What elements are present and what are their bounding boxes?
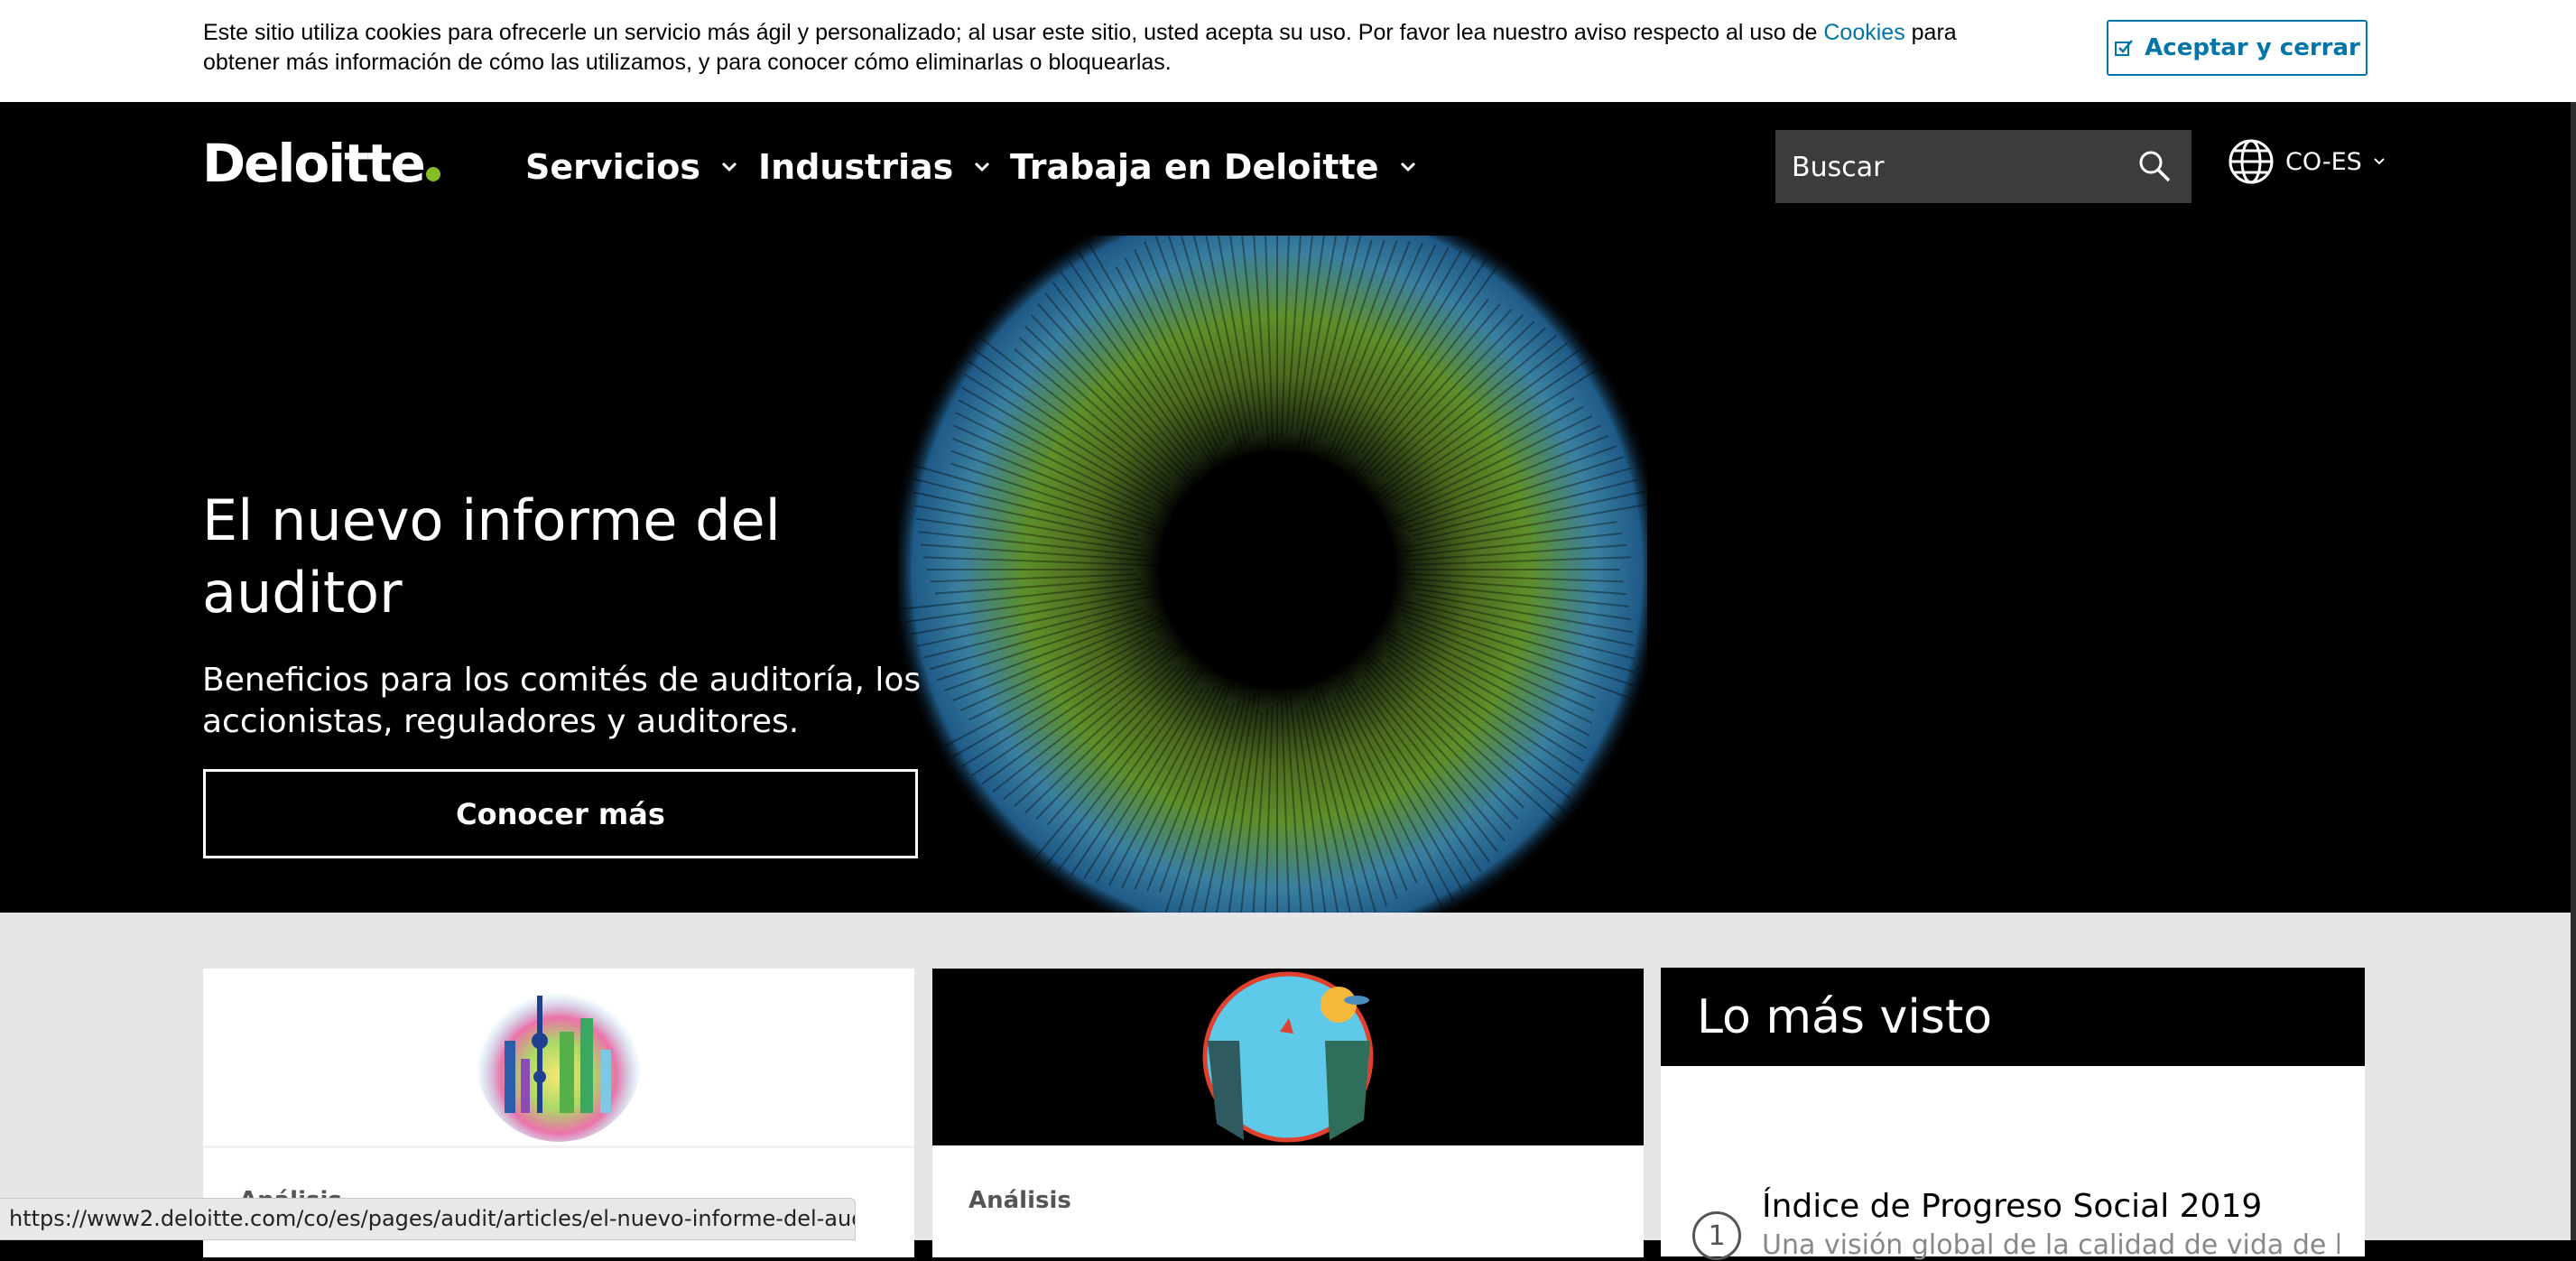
nav-label: Servicios [525,147,700,187]
nav-label: Industrias [758,147,954,187]
rank-number: 1 [1692,1211,1741,1260]
hero-title: El nuevo informe del auditor [202,487,781,626]
article-card[interactable]: Análisis [932,969,1644,1257]
logo-text: Deloitte [202,133,426,194]
cookie-message: Este sitio utiliza cookies para ofrecerl… [203,18,2035,78]
nav-servicios[interactable]: Servicios [525,147,738,187]
site-header: Deloitte Servicios Industrias Trabaja en… [0,102,2576,236]
most-viewed-item-title[interactable]: Índice de Progreso Social 2019 [1762,1188,2340,1225]
card-category: Análisis [968,1187,1071,1214]
nav-industrias[interactable]: Industrias [758,147,991,187]
most-viewed-item-description: Una visión global de la calidad de vida … [1762,1229,2340,1261]
learn-more-button[interactable]: Conocer más [203,769,918,858]
nav-trabaja-en-deloitte[interactable]: Trabaja en Deloitte [1010,147,1417,187]
chevron-down-icon [2374,158,2385,165]
search-box [1775,130,2191,203]
cookie-banner: Este sitio utiliza cookies para ofrecerl… [0,0,2576,103]
hero-subtitle: Beneficios para los comités de auditoría… [202,662,922,740]
card-image [932,969,1644,1145]
accept-button-label: Aceptar y cerrar [2145,34,2360,61]
hero-banner: El nuevo informe del auditor Beneficios … [0,236,2576,913]
cookies-link[interactable]: Cookies [1823,20,1904,45]
cookie-text-before: Este sitio utiliza cookies para ofrecerl… [203,20,1824,45]
iris-image [898,236,1647,913]
accept-and-close-button[interactable]: Aceptar y cerrar [2107,20,2368,76]
card-image [203,969,914,1148]
checkbox-check-icon [2115,40,2134,56]
content-section: Análisis Análisis Lo más visto 1 Índice … [0,913,2576,1261]
most-viewed-panel: Lo más visto 1 Índice de Progreso Social… [1661,968,2365,1261]
deloitte-logo[interactable]: Deloitte [202,133,440,194]
browser-status-bar: https://www2.deloitte.com/co/es/pages/au… [0,1198,856,1240]
nav-label: Trabaja en Deloitte [1010,147,1379,187]
window-edge [2571,102,2576,1240]
chevron-down-icon [721,162,737,172]
search-icon[interactable] [2136,148,2173,184]
search-input[interactable] [1790,143,2109,191]
locale-label: CO-ES [2285,147,2362,176]
globe-icon [2229,139,2274,184]
locale-selector[interactable]: CO-ES [2228,138,2386,185]
city-skyline-illustration [476,976,642,1142]
chevron-down-icon [1400,162,1415,172]
chevron-down-icon [975,162,990,172]
logo-green-dot [425,167,440,181]
cliff-jump-illustration [1202,971,1374,1143]
most-viewed-heading: Lo más visto [1661,968,2365,1066]
